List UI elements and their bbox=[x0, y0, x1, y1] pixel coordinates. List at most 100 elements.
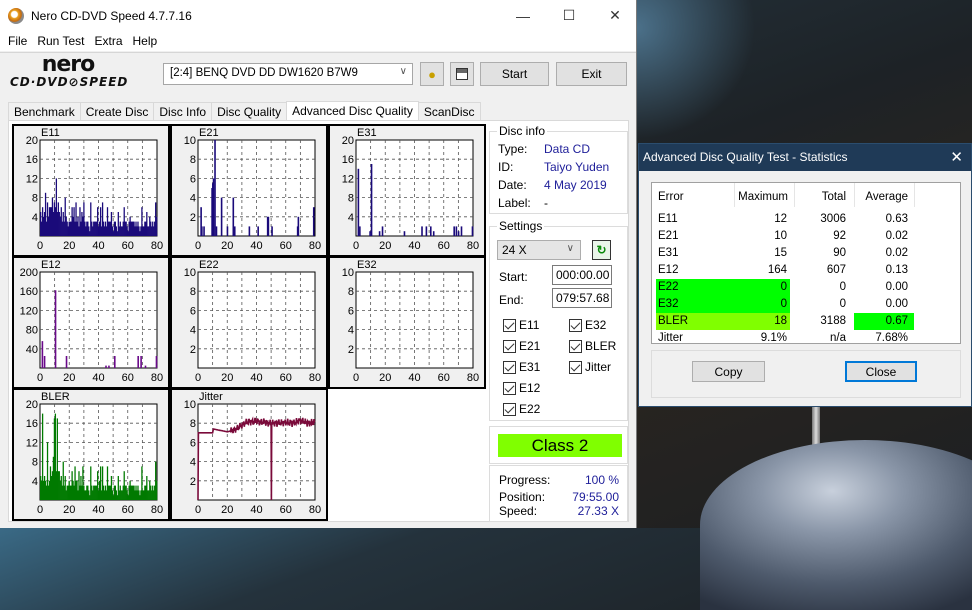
y-tick-label: 2 bbox=[190, 212, 196, 224]
stats-total-cell: 3188 bbox=[820, 315, 846, 327]
data-bar bbox=[212, 178, 215, 236]
close-button[interactable]: ✕ bbox=[592, 0, 638, 31]
maximize-button[interactable]: ☐ bbox=[546, 0, 592, 31]
data-bar bbox=[378, 231, 381, 236]
x-tick-label: 80 bbox=[151, 504, 163, 516]
stats-row-jitter[interactable]: Jitter 9.1% n/a 7.68% bbox=[656, 330, 956, 347]
column-header-maximum[interactable]: Maximum bbox=[738, 187, 788, 207]
stats-row-e31[interactable]: E31 15 90 0.02 bbox=[656, 245, 956, 262]
stats-row-bler[interactable]: BLER 18 3188 0.67 bbox=[656, 313, 956, 330]
checkbox-e21[interactable]: E21 bbox=[503, 339, 540, 353]
checkbox-e22[interactable]: E22 bbox=[503, 402, 540, 416]
minimize-button[interactable]: — bbox=[500, 0, 546, 31]
checkbox-e12[interactable]: E12 bbox=[503, 381, 540, 395]
stats-average-cell: 0.67 bbox=[854, 313, 914, 330]
speed-select[interactable]: 24 X ∨ bbox=[497, 240, 581, 260]
tab-disc-info[interactable]: Disc Info bbox=[153, 102, 213, 121]
y-tick-label: 12 bbox=[26, 173, 38, 185]
x-tick-label: 60 bbox=[280, 372, 292, 384]
x-tick-label: 20 bbox=[221, 240, 233, 252]
column-header-error[interactable]: Error bbox=[658, 187, 684, 207]
y-tick-label: 6 bbox=[190, 437, 196, 449]
y-tick-label: 8 bbox=[190, 418, 196, 430]
x-tick-label: 40 bbox=[92, 240, 104, 252]
y-tick-label: 4 bbox=[190, 325, 196, 337]
stats-maximum-cell: 0 bbox=[780, 281, 787, 293]
progress-value: 100 % bbox=[584, 473, 619, 487]
checkbox-bler[interactable]: BLER bbox=[569, 339, 616, 353]
data-bar bbox=[233, 226, 236, 236]
drive-select[interactable]: [2:4] BENQ DVD DD DW1620 B7W9 ∨ bbox=[163, 63, 413, 85]
main-window: Nero CD-DVD Speed 4.7.7.16 — ☐ ✕ File Ru… bbox=[0, 0, 637, 528]
checkbox-e31[interactable]: E31 bbox=[503, 360, 540, 374]
chart-e22: E22 2 4 6 8 10 0 20 40 60 80 bbox=[170, 256, 328, 389]
eject-button[interactable]: ● bbox=[420, 62, 444, 86]
x-tick-label: 0 bbox=[195, 240, 201, 252]
y-tick-label: 20 bbox=[342, 135, 354, 147]
tab-benchmark[interactable]: Benchmark bbox=[8, 102, 81, 121]
save-button[interactable] bbox=[450, 62, 474, 86]
checkbox-e11[interactable]: E11 bbox=[503, 318, 539, 332]
refresh-speed-button[interactable]: ↻ bbox=[592, 240, 611, 260]
checkbox-label: E22 bbox=[519, 402, 541, 416]
close-dialog-button[interactable]: Close bbox=[845, 361, 917, 382]
data-bar bbox=[43, 356, 46, 368]
stats-maximum-cell: 164 bbox=[767, 264, 787, 276]
disc-id-label: ID: bbox=[498, 160, 514, 174]
x-tick-label: 60 bbox=[438, 240, 450, 252]
tab-advanced-disc-quality[interactable]: Advanced Disc Quality bbox=[286, 101, 419, 122]
stats-row-e12[interactable]: E12 164 607 0.13 bbox=[656, 262, 956, 279]
x-tick-label: 60 bbox=[122, 372, 134, 384]
x-tick-label: 80 bbox=[467, 372, 479, 384]
refresh-icon: ↻ bbox=[596, 243, 607, 257]
column-header-average[interactable]: Average bbox=[858, 187, 908, 207]
data-bar bbox=[248, 226, 251, 236]
checkbox-label: E11 bbox=[519, 318, 540, 332]
chart-e31: E31 4 8 12 16 20 0 20 40 60 80 bbox=[328, 124, 486, 257]
checkbox-e32[interactable]: E32 bbox=[569, 318, 606, 332]
stats-row-e22[interactable]: E22 0 0 0.00 bbox=[656, 279, 956, 296]
stats-total-cell: 0 bbox=[839, 298, 846, 310]
stats-row-e21[interactable]: E21 10 92 0.02 bbox=[656, 228, 956, 245]
stats-row-e11[interactable]: E11 12 3006 0.63 bbox=[656, 211, 956, 228]
exit-button[interactable]: Exit bbox=[556, 62, 627, 86]
tab-disc-quality[interactable]: Disc Quality bbox=[211, 102, 288, 121]
column-separator bbox=[854, 183, 855, 207]
column-separator bbox=[734, 183, 735, 207]
speed-label: Speed: bbox=[499, 504, 538, 518]
x-tick-label: 80 bbox=[151, 240, 163, 252]
x-tick-label: 20 bbox=[63, 372, 75, 384]
tab-scandisc[interactable]: ScanDisc bbox=[417, 102, 481, 121]
x-tick-label: 40 bbox=[250, 372, 262, 384]
data-bar bbox=[471, 226, 474, 236]
start-button[interactable]: Start bbox=[480, 62, 549, 86]
menu-file[interactable]: File bbox=[3, 34, 32, 48]
data-bar bbox=[357, 168, 360, 236]
menu-run-test[interactable]: Run Test bbox=[32, 34, 89, 48]
x-tick-label: 80 bbox=[309, 504, 321, 516]
end-time-input[interactable]: 079:57.68 bbox=[552, 288, 612, 308]
start-time-input[interactable]: 000:00.00 bbox=[552, 265, 612, 285]
checkbox-checked-icon bbox=[503, 360, 516, 374]
data-bar bbox=[155, 356, 158, 368]
stats-row-e32[interactable]: E32 0 0 0.00 bbox=[656, 296, 956, 313]
dialog-close-icon[interactable]: ✕ bbox=[950, 144, 963, 171]
menu-extra[interactable]: Extra bbox=[89, 34, 127, 48]
stats-error-cell: E32 bbox=[658, 298, 679, 310]
chart-plot: 2 4 6 8 10 0 20 40 60 80 bbox=[184, 399, 321, 516]
statistics-table: Error Maximum Total Average E11 12 3006 0.6… bbox=[651, 182, 961, 344]
tab-create-disc[interactable]: Create Disc bbox=[79, 102, 155, 121]
x-tick-label: 60 bbox=[280, 240, 292, 252]
x-tick-label: 0 bbox=[353, 372, 359, 384]
copy-button[interactable]: Copy bbox=[692, 361, 765, 382]
data-bar bbox=[201, 226, 203, 236]
y-tick-label: 4 bbox=[32, 212, 38, 224]
checkbox-jitter[interactable]: Jitter bbox=[569, 360, 611, 374]
chart-plot: 4 8 12 16 20 0 20 40 60 80 bbox=[26, 135, 163, 252]
column-header-total[interactable]: Total bbox=[798, 187, 846, 207]
y-tick-label: 6 bbox=[190, 305, 196, 317]
chevron-down-icon: ∨ bbox=[399, 66, 407, 77]
menu-help[interactable]: Help bbox=[128, 34, 163, 48]
x-tick-label: 60 bbox=[280, 504, 292, 516]
stats-maximum-cell: 15 bbox=[774, 247, 787, 259]
